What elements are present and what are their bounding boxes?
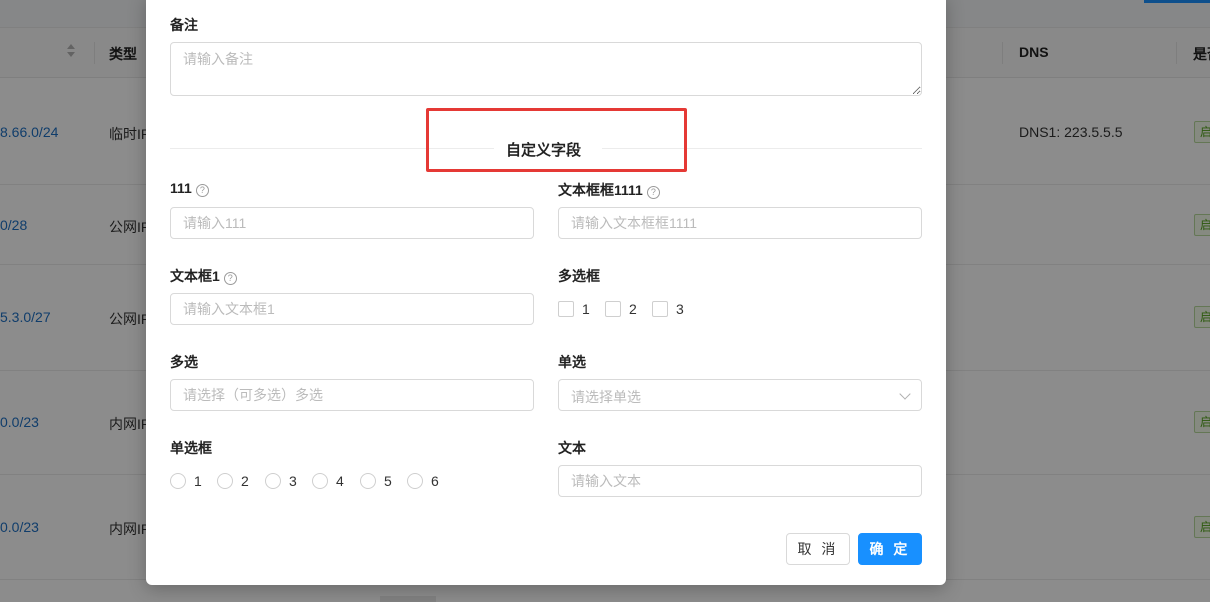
highlight-box bbox=[426, 108, 687, 172]
checkbox-option-label: 3 bbox=[676, 301, 684, 317]
remark-textarea[interactable] bbox=[170, 42, 922, 96]
field-111-label-text: 111 bbox=[170, 180, 192, 196]
field-textbox1111-label: 文本框框1111? bbox=[558, 180, 660, 200]
radio-button[interactable] bbox=[170, 473, 186, 489]
checkbox[interactable] bbox=[605, 301, 621, 317]
radio-option-label: 1 bbox=[194, 473, 202, 489]
cancel-button[interactable]: 取 消 bbox=[786, 533, 850, 565]
checkbox-option-label: 2 bbox=[629, 301, 637, 317]
radio-button[interactable] bbox=[407, 473, 423, 489]
chevron-down-icon bbox=[899, 388, 911, 400]
radio-option-label: 5 bbox=[384, 473, 392, 489]
checkbox[interactable] bbox=[652, 301, 668, 317]
ok-button[interactable]: 确 定 bbox=[858, 533, 922, 565]
radio-option[interactable]: 5 bbox=[360, 473, 392, 489]
radio-option-label: 6 bbox=[431, 473, 439, 489]
single-select-dropdown[interactable]: 请选择单选 bbox=[558, 379, 922, 411]
field-textbox1111-label-text: 文本框框1111 bbox=[558, 182, 643, 198]
radio-option[interactable]: 3 bbox=[265, 473, 297, 489]
checkbox-option-label: 1 bbox=[582, 301, 590, 317]
radio-button[interactable] bbox=[360, 473, 376, 489]
field-111-label: 111? bbox=[170, 180, 209, 197]
help-icon[interactable]: ? bbox=[195, 184, 209, 197]
single-select-placeholder: 请选择单选 bbox=[571, 389, 641, 405]
field-textbox1-input[interactable] bbox=[170, 293, 534, 325]
radio-button[interactable] bbox=[217, 473, 233, 489]
field-textbox1111-input[interactable] bbox=[558, 207, 922, 239]
radio-group-label: 单选框 bbox=[170, 440, 212, 456]
radio-option-label: 3 bbox=[289, 473, 297, 489]
checkbox-option[interactable]: 2 bbox=[605, 301, 637, 317]
radio-option[interactable]: 6 bbox=[407, 473, 439, 489]
field-textbox1-label: 文本框1? bbox=[170, 266, 237, 286]
single-select-label: 单选 bbox=[558, 354, 586, 370]
checkbox-option[interactable]: 3 bbox=[652, 301, 684, 317]
radio-button[interactable] bbox=[312, 473, 328, 489]
multi-select-input[interactable] bbox=[170, 379, 534, 411]
text-field-label: 文本 bbox=[558, 440, 586, 456]
checkbox-option[interactable]: 1 bbox=[558, 301, 590, 317]
remark-label: 备注 bbox=[170, 17, 198, 33]
field-textbox1-label-text: 文本框1 bbox=[170, 268, 220, 284]
radio-option-label: 2 bbox=[241, 473, 249, 489]
checkbox[interactable] bbox=[558, 301, 574, 317]
edit-dialog: 备注 自定义字段 111? 文本框框1111? 文本框1? 多选框 1 2 3 … bbox=[146, 0, 946, 585]
help-icon[interactable]: ? bbox=[646, 186, 660, 199]
radio-option[interactable]: 4 bbox=[312, 473, 344, 489]
radio-button[interactable] bbox=[265, 473, 281, 489]
radio-option[interactable]: 2 bbox=[217, 473, 249, 489]
text-field-input[interactable] bbox=[558, 465, 922, 497]
checkbox-group-label: 多选框 bbox=[558, 268, 600, 284]
help-icon[interactable]: ? bbox=[223, 272, 237, 285]
radio-option[interactable]: 1 bbox=[170, 473, 202, 489]
multi-select-label: 多选 bbox=[170, 354, 198, 370]
field-111-input[interactable] bbox=[170, 207, 534, 239]
radio-option-label: 4 bbox=[336, 473, 344, 489]
